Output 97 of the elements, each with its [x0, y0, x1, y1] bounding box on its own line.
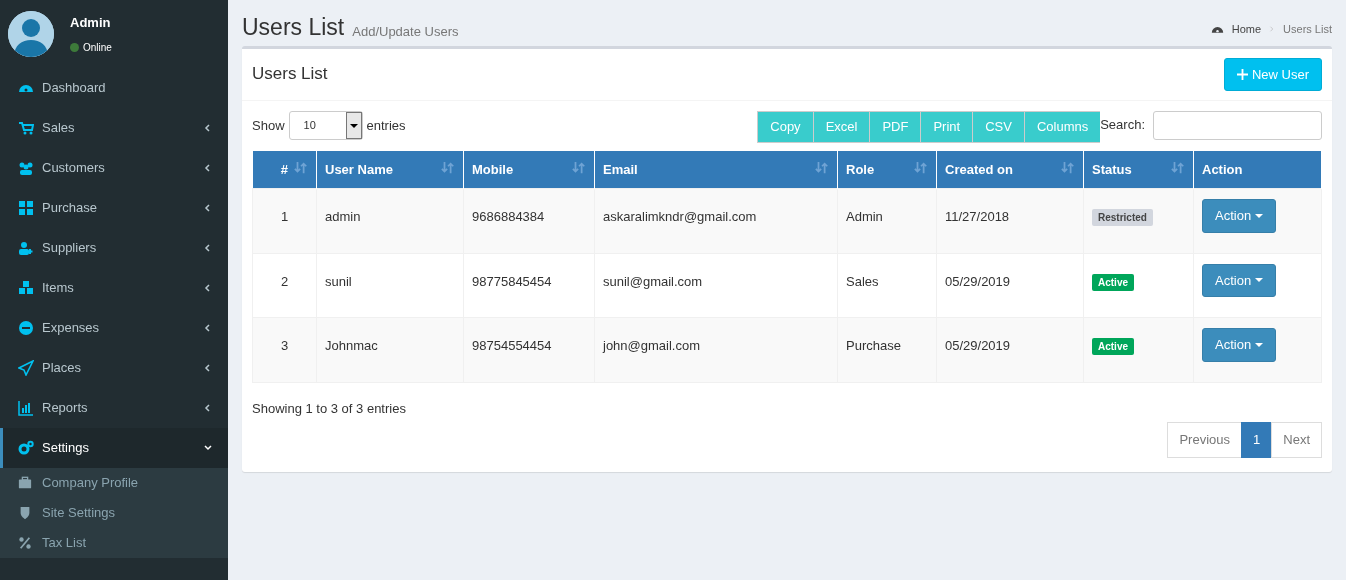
- table-cell: 98754554454: [463, 317, 595, 383]
- page-length-select[interactable]: 10: [288, 111, 363, 141]
- sidebar-item[interactable]: Expenses: [0, 308, 228, 348]
- chevron-left-icon: [203, 163, 213, 173]
- chevron-left-icon: [203, 363, 213, 373]
- sort-icon: [441, 160, 455, 175]
- sort-icon: [1171, 160, 1185, 175]
- dropdown-caret-icon: [349, 122, 358, 131]
- minus-circle-icon: [18, 320, 34, 336]
- sidebar-item[interactable]: Dashboard: [0, 68, 228, 108]
- sort-icon: [815, 160, 829, 175]
- sort-icon: [294, 160, 308, 175]
- chevron-left-icon: [203, 243, 213, 253]
- caret-icon: [1255, 278, 1264, 283]
- cart-icon: [18, 120, 34, 136]
- sidebar-item[interactable]: Reports: [0, 388, 228, 428]
- shield-icon: [18, 506, 32, 520]
- table-cell: admin: [316, 188, 464, 254]
- table-cell: Johnmac: [316, 317, 464, 383]
- user-status: Online: [83, 41, 112, 56]
- table-cell: 3: [252, 317, 317, 383]
- table-cell: sunil: [316, 253, 464, 318]
- table-cell: 05/29/2019: [936, 317, 1084, 383]
- percent-icon: [18, 536, 32, 550]
- column-header[interactable]: Created on: [936, 150, 1084, 189]
- bar-chart-icon: [18, 400, 34, 416]
- sidebar-item[interactable]: Places: [0, 348, 228, 388]
- chevron-left-icon: [203, 403, 213, 413]
- table-cell: Purchase: [837, 317, 937, 383]
- user-name: Admin: [70, 13, 112, 32]
- chevron-down-icon: [203, 443, 213, 453]
- user-plus-icon: [18, 240, 34, 256]
- table-cell: 11/27/2018: [936, 188, 1084, 254]
- action-button[interactable]: Action: [1202, 328, 1277, 362]
- sort-icon: [914, 160, 928, 175]
- avatar-silhouette: [8, 11, 54, 57]
- caret-icon: [1255, 342, 1264, 347]
- table-cell: 2: [252, 253, 317, 318]
- chevron-left-icon: [203, 323, 213, 333]
- action-button[interactable]: Action: [1202, 199, 1277, 233]
- table-cell: Admin: [837, 188, 937, 254]
- sort-icon: [572, 160, 586, 175]
- column-header[interactable]: Status: [1083, 150, 1194, 189]
- status-badge: Active: [1092, 273, 1134, 291]
- submenu-item[interactable]: Company Profile: [0, 468, 228, 498]
- pagination-button[interactable]: 1: [1241, 422, 1273, 458]
- caret-icon: [1255, 213, 1264, 218]
- status-badge: Restricted: [1092, 209, 1153, 227]
- entries-label: entries: [366, 116, 406, 135]
- grid-icon: [18, 200, 34, 216]
- breadcrumb-separator-icon: [1269, 25, 1276, 34]
- column-header[interactable]: Email: [594, 150, 838, 189]
- sidebar-item[interactable]: Purchase: [0, 188, 228, 228]
- chevron-left-icon: [203, 283, 213, 293]
- gears-icon: [18, 440, 34, 456]
- sidebar-item[interactable]: Settings: [0, 428, 228, 468]
- breadcrumb-current: Users List: [1283, 22, 1332, 38]
- submenu-item[interactable]: Tax List: [0, 528, 228, 558]
- column-header[interactable]: #: [252, 150, 317, 189]
- paper-plane-icon: [18, 360, 34, 376]
- box-title: Users List: [252, 64, 328, 85]
- users-icon: [18, 160, 34, 176]
- search-field[interactable]: [1153, 111, 1322, 141]
- table-cell: Sales: [837, 253, 937, 318]
- table-cell: 9686884384: [463, 188, 595, 254]
- sort-icon: [1061, 160, 1075, 175]
- sidebar-item[interactable]: Items: [0, 268, 228, 308]
- search-label: Search:: [1100, 116, 1145, 135]
- briefcase-icon: [18, 476, 32, 490]
- table-cell: 98775845454: [463, 253, 595, 318]
- sidebar-item[interactable]: Customers: [0, 148, 228, 188]
- show-label: Show: [252, 116, 285, 135]
- submenu-item[interactable]: Site Settings: [0, 498, 228, 528]
- plus-icon: [1236, 68, 1248, 80]
- table-cell: sunil@gmail.com: [594, 253, 838, 318]
- breadcrumb-link[interactable]: Home: [1231, 21, 1262, 38]
- chevron-left-icon: [203, 123, 213, 133]
- column-header[interactable]: Role: [837, 150, 937, 189]
- sidebar-item[interactable]: Sales: [0, 108, 228, 148]
- column-header[interactable]: Action: [1193, 150, 1322, 189]
- column-header[interactable]: Mobile: [463, 150, 595, 189]
- page-title: Users List: [242, 14, 345, 42]
- table-cell: 05/29/2019: [936, 253, 1084, 318]
- column-header[interactable]: User Name: [316, 150, 464, 189]
- table-cell: 1: [252, 188, 317, 254]
- table-info: Showing 1 to 3 of 3 entries: [252, 399, 407, 418]
- table-cell: askaralimkndr@gmail.com: [594, 188, 838, 254]
- pagination-button[interactable]: Previous: [1167, 422, 1243, 458]
- sidebar-item[interactable]: Suppliers: [0, 228, 228, 268]
- action-button[interactable]: Action: [1202, 263, 1277, 298]
- online-dot: [70, 43, 79, 53]
- table-cell: john@gmail.com: [594, 317, 838, 383]
- status-badge: Active: [1092, 338, 1134, 356]
- pagination-button[interactable]: Next: [1271, 422, 1322, 458]
- page-subtitle: Add/Update Users: [352, 23, 459, 42]
- cubes-icon: [18, 280, 34, 296]
- chevron-left-icon: [203, 203, 213, 213]
